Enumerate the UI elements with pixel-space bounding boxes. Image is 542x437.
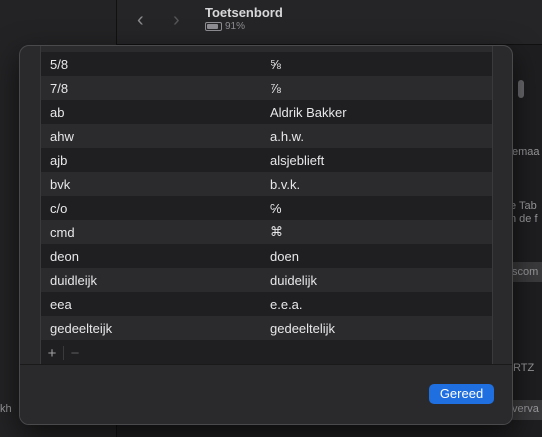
bg-text-fragment: scom	[512, 266, 539, 278]
sheet-footer: Gereed	[20, 364, 512, 424]
input-cell[interactable]: bvk	[41, 177, 270, 192]
input-cell[interactable]: ahw	[41, 129, 270, 144]
input-cell[interactable]: ajb	[41, 153, 270, 168]
replacements-table: 1/8⅛5/8⅝7/8⅞abAldrik Bakkerahwa.h.w.ajba…	[40, 46, 493, 365]
battery-icon	[205, 22, 222, 31]
replacement-cell[interactable]: ⅞	[270, 81, 492, 96]
toolbar	[117, 0, 542, 45]
replacement-cell[interactable]: duidelijk	[270, 273, 492, 288]
replacement-cell[interactable]: ⅛	[270, 46, 492, 48]
table-row[interactable]: bvk b.v.k.	[41, 172, 492, 196]
table-row[interactable]: ab Aldrik Bakker	[41, 100, 492, 124]
replacement-cell[interactable]: Aldrik Bakker	[270, 105, 492, 120]
input-cell[interactable]: eea	[41, 297, 270, 312]
battery-level: 91%	[225, 21, 246, 32]
forward-icon[interactable]: ›	[173, 9, 180, 32]
battery-status: 91%	[205, 21, 245, 32]
input-cell[interactable]: cmd	[41, 225, 270, 240]
replacement-cell[interactable]: ⅝	[270, 57, 492, 72]
window-title: Toetsenbord	[205, 5, 283, 20]
bg-text-fragment: e Tab	[510, 200, 537, 212]
table-controls: + −	[41, 342, 492, 364]
bg-text-fragment: emaa	[512, 146, 540, 158]
table-row[interactable]: c/o ℅	[41, 196, 492, 220]
table-row[interactable]: duidleijk duidelijk	[41, 268, 492, 292]
input-cell[interactable]: 7/8	[41, 81, 270, 96]
input-cell[interactable]: 5/8	[41, 57, 270, 72]
table-row[interactable]: deon doen	[41, 244, 492, 268]
bg-text-fragment: n de f	[510, 213, 538, 225]
input-cell[interactable]: c/o	[41, 201, 270, 216]
table-row[interactable]: ajb alsjeblieft	[41, 148, 492, 172]
table-row[interactable]: eea e.e.a.	[41, 292, 492, 316]
replacement-cell[interactable]: ⌘	[270, 224, 492, 240]
slider-knob[interactable]	[518, 80, 524, 98]
input-cell[interactable]: 1/8	[41, 46, 270, 48]
replacement-cell[interactable]: e.e.a.	[270, 297, 492, 312]
input-cell[interactable]: ab	[41, 105, 270, 120]
bg-text-fragment: verva	[512, 403, 539, 415]
bg-text-fragment: kh	[0, 403, 12, 415]
remove-button[interactable]: −	[64, 345, 86, 362]
table-rows: 1/8⅛5/8⅝7/8⅞abAldrik Bakkerahwa.h.w.ajba…	[41, 46, 492, 340]
bg-text-fragment: RTZ	[513, 362, 535, 374]
add-button[interactable]: +	[41, 345, 63, 362]
input-cell[interactable]: duidleijk	[41, 273, 270, 288]
replacement-cell[interactable]: a.h.w.	[270, 129, 492, 144]
table-row[interactable]: 7/8 ⅞	[41, 76, 492, 100]
replacement-cell[interactable]: doen	[270, 249, 492, 264]
table-row[interactable]: 5/8 ⅝	[41, 52, 492, 76]
input-cell[interactable]: gedeelteijk	[41, 321, 270, 336]
done-button[interactable]: Gereed	[429, 384, 494, 404]
table-row[interactable]: gedeelteijk gedeeltelijk	[41, 316, 492, 340]
text-replacements-sheet: 1/8⅛5/8⅝7/8⅞abAldrik Bakkerahwa.h.w.ajba…	[19, 45, 513, 425]
replacement-cell[interactable]: gedeeltelijk	[270, 321, 492, 336]
back-icon[interactable]: ‹	[137, 9, 144, 32]
table-row[interactable]: cmd ⌘	[41, 220, 492, 244]
replacement-cell[interactable]: alsjeblieft	[270, 153, 492, 168]
replacement-cell[interactable]: b.v.k.	[270, 177, 492, 192]
input-cell[interactable]: deon	[41, 249, 270, 264]
table-row[interactable]: ahw a.h.w.	[41, 124, 492, 148]
replacement-cell[interactable]: ℅	[270, 201, 492, 216]
